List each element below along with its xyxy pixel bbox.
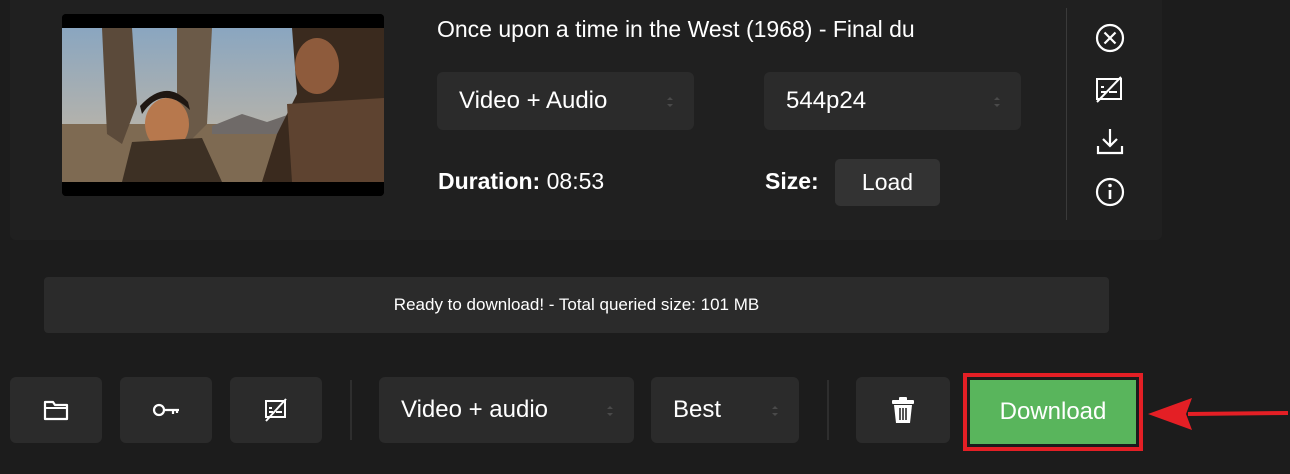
load-size-button[interactable]: Load — [835, 159, 940, 206]
subtitles-toggle-button[interactable] — [230, 377, 322, 443]
info-icon[interactable] — [1090, 172, 1130, 212]
status-bar: Ready to download! - Total queried size:… — [44, 277, 1109, 333]
updown-chevron-icon — [667, 97, 673, 107]
format-select-value: Video + Audio — [459, 87, 608, 114]
download-highlight-box: Download — [963, 373, 1143, 451]
toolbar-divider — [827, 380, 829, 440]
format-select[interactable]: Video + Audio — [437, 72, 694, 130]
duration-value: 08:53 — [546, 168, 605, 194]
download-format-select[interactable]: Video + audio — [379, 377, 634, 443]
download-quality-select[interactable]: Best — [651, 377, 799, 443]
download-quality-value: Best — [673, 396, 722, 423]
open-folder-button[interactable] — [10, 377, 102, 443]
close-circle-icon[interactable] — [1090, 18, 1130, 58]
no-subtitles-icon[interactable] — [1090, 70, 1130, 110]
folder-icon — [43, 400, 69, 421]
no-subtitles-icon — [265, 398, 287, 422]
download-icon[interactable] — [1090, 122, 1130, 162]
updown-chevron-icon — [772, 406, 778, 416]
red-arrow-annotation — [1148, 398, 1288, 430]
duration-info: Duration: 08:53 — [438, 168, 604, 195]
vertical-divider — [1066, 8, 1067, 220]
trash-icon — [892, 397, 914, 423]
toolbar-divider — [350, 380, 352, 440]
updown-chevron-icon — [994, 97, 1000, 107]
download-button[interactable]: Download — [970, 380, 1136, 444]
download-format-value: Video + audio — [401, 396, 549, 423]
quality-select[interactable]: 544p24 — [764, 72, 1021, 130]
size-info: Size: — [765, 168, 819, 195]
key-icon — [152, 403, 179, 417]
credentials-button[interactable] — [120, 377, 212, 443]
video-thumbnail — [62, 14, 384, 196]
updown-chevron-icon — [607, 406, 613, 416]
clear-queue-button[interactable] — [856, 377, 950, 443]
quality-select-value: 544p24 — [786, 87, 867, 114]
duration-label: Duration: — [438, 168, 541, 194]
size-label: Size: — [765, 168, 819, 194]
video-title: Once upon a time in the West (1968) - Fi… — [437, 16, 915, 42]
